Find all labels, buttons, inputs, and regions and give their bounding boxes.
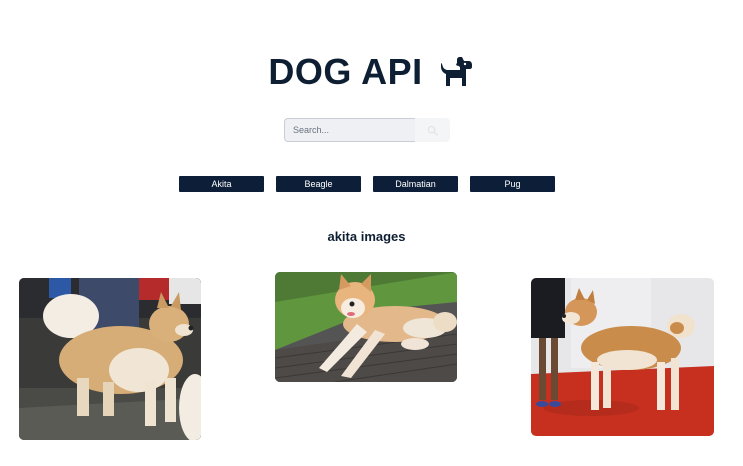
search-input[interactable] bbox=[284, 118, 415, 142]
breed-button-dalmatian[interactable]: Dalmatian bbox=[373, 176, 458, 192]
page: DOG API Akita Beagle Dalmatian Pug akita… bbox=[0, 0, 743, 466]
dog-photo-1[interactable] bbox=[19, 278, 201, 440]
breed-buttons: Akita Beagle Dalmatian Pug bbox=[179, 176, 555, 192]
dog-photo-3-image bbox=[531, 278, 714, 436]
dog-photo-2[interactable] bbox=[275, 272, 457, 382]
breed-button-akita[interactable]: Akita bbox=[179, 176, 264, 192]
search-button[interactable] bbox=[415, 118, 450, 142]
gallery-heading: akita images bbox=[327, 229, 406, 244]
dog-photo-2-image bbox=[275, 272, 457, 382]
dog-photo-1-image bbox=[19, 278, 201, 440]
dog-icon bbox=[440, 57, 472, 86]
breed-button-beagle[interactable]: Beagle bbox=[276, 176, 361, 192]
search-bar bbox=[284, 118, 450, 142]
page-title: DOG API bbox=[268, 51, 423, 92]
header: DOG API bbox=[0, 50, 743, 94]
search-icon bbox=[427, 125, 438, 136]
breed-button-pug[interactable]: Pug bbox=[470, 176, 555, 192]
dog-photo-3[interactable] bbox=[531, 278, 714, 436]
